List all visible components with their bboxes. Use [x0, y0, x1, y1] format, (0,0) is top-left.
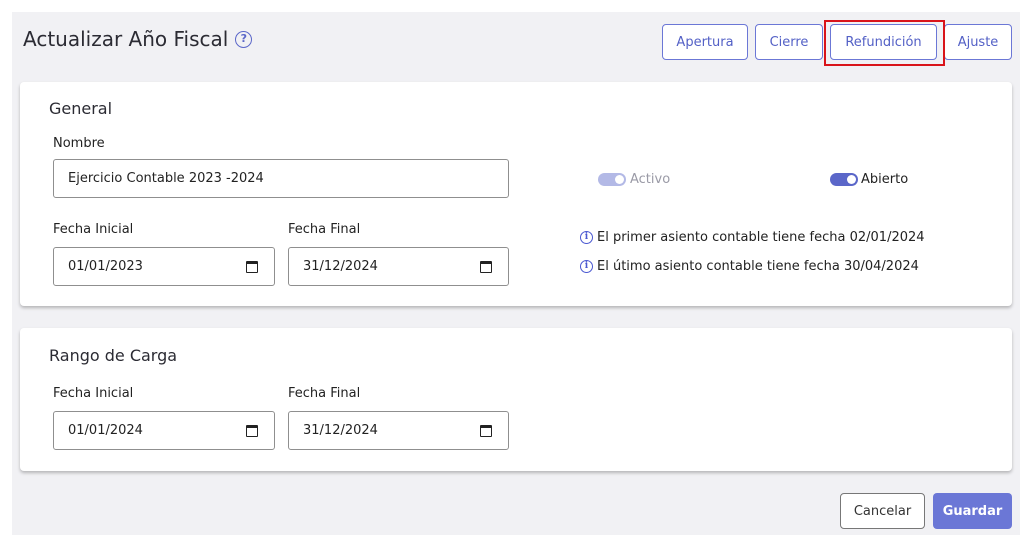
- highlight-box: [824, 20, 945, 66]
- activo-label: Activo: [630, 172, 671, 187]
- abierto-label: Abierto: [861, 172, 909, 187]
- info-last-text: El útimo asiento contable tiene fecha 30…: [597, 259, 919, 274]
- info-first-entry: i El primer asiento contable tiene fecha…: [580, 230, 925, 245]
- rango-fecha-final-label: Fecha Final: [288, 386, 361, 401]
- nombre-label: Nombre: [53, 136, 105, 151]
- rango-fecha-inicial-label: Fecha Inicial: [53, 386, 134, 401]
- fecha-inicial-label: Fecha Inicial: [53, 222, 134, 237]
- general-section-title: General: [49, 99, 113, 118]
- rango-fecha-final-value: 31/12/2024: [303, 423, 378, 438]
- rango-section-title: Rango de Carga: [49, 346, 178, 365]
- page-title-row: Actualizar Año Fiscal ?: [23, 27, 253, 51]
- dialog: Actualizar Año Fiscal ? Apertura Cierre …: [12, 12, 1020, 535]
- rango-fecha-inicial-input[interactable]: 01/01/2024: [53, 411, 275, 450]
- fecha-final-label: Fecha Final: [288, 222, 361, 237]
- fecha-inicial-value: 01/01/2023: [68, 259, 143, 274]
- calendar-icon[interactable]: [246, 261, 258, 273]
- info-icon: i: [580, 260, 593, 273]
- help-icon[interactable]: ?: [235, 30, 253, 48]
- calendar-icon[interactable]: [246, 425, 258, 437]
- apertura-button[interactable]: Apertura: [662, 24, 748, 60]
- abierto-toggle[interactable]: [830, 173, 858, 186]
- ajuste-button[interactable]: Ajuste: [944, 24, 1012, 60]
- nombre-value: Ejercicio Contable 2023 -2024: [68, 171, 264, 186]
- general-card: General Nombre Ejercicio Contable 2023 -…: [20, 82, 1012, 306]
- cancel-button[interactable]: Cancelar: [840, 493, 925, 529]
- info-first-text: El primer asiento contable tiene fecha 0…: [597, 230, 925, 245]
- rango-card: Rango de Carga Fecha Inicial 01/01/2024 …: [20, 328, 1012, 471]
- fecha-final-input[interactable]: 31/12/2024: [288, 247, 509, 286]
- rango-fecha-final-input[interactable]: 31/12/2024: [288, 411, 509, 450]
- calendar-icon[interactable]: [480, 425, 492, 437]
- activo-toggle[interactable]: [598, 173, 626, 186]
- rango-fecha-inicial-value: 01/01/2024: [68, 423, 143, 438]
- fecha-inicial-input[interactable]: 01/01/2023: [53, 247, 275, 286]
- cierre-button[interactable]: Cierre: [755, 24, 823, 60]
- fecha-final-value: 31/12/2024: [303, 259, 378, 274]
- calendar-icon[interactable]: [480, 261, 492, 273]
- info-icon: i: [580, 231, 593, 244]
- info-last-entry: i El útimo asiento contable tiene fecha …: [580, 259, 919, 274]
- save-button[interactable]: Guardar: [933, 493, 1012, 529]
- page-title: Actualizar Año Fiscal: [23, 27, 229, 51]
- nombre-input[interactable]: Ejercicio Contable 2023 -2024: [53, 159, 509, 198]
